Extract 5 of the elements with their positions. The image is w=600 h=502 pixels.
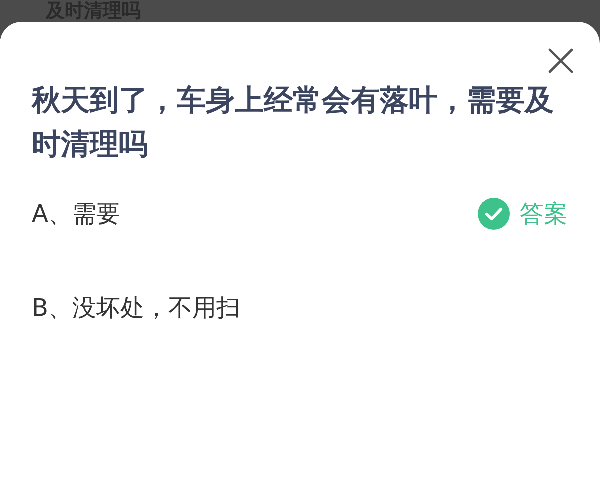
- option-text[interactable]: A、需要: [32, 196, 120, 232]
- question-text: 秋天到了，车身上经常会有落叶，需要及时清理吗: [32, 82, 555, 163]
- option-text[interactable]: B、没坏处，不用扫: [32, 290, 240, 326]
- close-icon[interactable]: [548, 48, 574, 74]
- answer-label: 答案: [520, 199, 568, 230]
